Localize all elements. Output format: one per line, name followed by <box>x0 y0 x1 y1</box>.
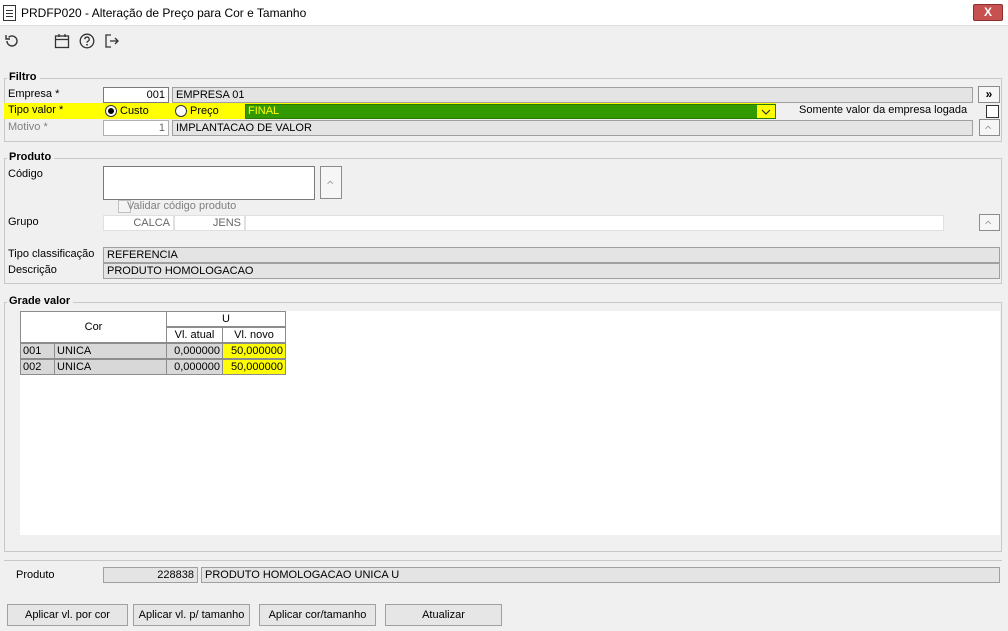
grade-legend: Grade valor <box>7 295 74 307</box>
grupo-search-button[interactable] <box>979 214 1000 231</box>
motivo-code-input[interactable]: 1 <box>103 120 169 136</box>
header-size[interactable]: U <box>166 311 286 327</box>
row-1-vl-novo[interactable]: 50,000000 <box>222 343 286 359</box>
row-2-vl-atual[interactable]: 0,000000 <box>166 359 223 375</box>
lookup-icon <box>985 125 992 130</box>
custo-radio[interactable] <box>105 105 117 117</box>
tipo-classificacao-label: Tipo classificação <box>8 248 95 260</box>
codigo-label: Código <box>8 168 43 180</box>
row-1-code[interactable]: 001 <box>20 343 55 359</box>
motivo-label: Motivo * <box>8 121 48 133</box>
calendar-icon[interactable] <box>53 32 71 50</box>
document-icon <box>3 5 16 21</box>
footer-produto-name: PRODUTO HOMOLOGACAO UNICA U <box>201 567 1000 583</box>
codigo-input[interactable] <box>103 166 315 200</box>
custo-radio-label[interactable]: Custo <box>120 105 149 117</box>
preco-radio[interactable] <box>175 105 187 117</box>
header-cor[interactable]: Cor <box>20 311 167 343</box>
empresa-more-button[interactable]: » <box>978 86 1000 103</box>
grupo-field-1[interactable]: CALCA <box>103 215 174 231</box>
chevron-down-icon[interactable] <box>757 105 775 118</box>
row-2-name[interactable]: UNICA <box>54 359 167 375</box>
motivo-name-field: IMPLANTACAO DE VALOR <box>172 120 973 136</box>
lookup-icon <box>326 180 333 185</box>
row-1-vl-atual[interactable]: 0,000000 <box>166 343 223 359</box>
close-button[interactable]: X <box>973 4 1003 21</box>
divider <box>4 560 1002 561</box>
preco-radio-label[interactable]: Preço <box>190 105 219 117</box>
header-vl-atual[interactable]: Vl. atual <box>166 327 223 343</box>
descricao-label: Descrição <box>8 264 57 276</box>
preco-select[interactable]: FINAL <box>245 104 776 119</box>
atualizar-button[interactable]: Atualizar <box>385 604 502 626</box>
somente-label: Somente valor da empresa logada <box>799 104 968 116</box>
help-icon[interactable] <box>78 32 96 50</box>
aplicar-cor-button[interactable]: Aplicar vl. por cor <box>7 604 128 626</box>
codigo-search-button[interactable] <box>320 166 342 199</box>
row-1-name[interactable]: UNICA <box>54 343 167 359</box>
grupo-field-2[interactable]: JENS <box>174 215 245 231</box>
row-2-code[interactable]: 002 <box>20 359 55 375</box>
grupo-label: Grupo <box>8 216 39 228</box>
empresa-label: Empresa * <box>8 88 60 100</box>
aplicar-tamanho-button[interactable]: Aplicar vl. p/ tamanho <box>133 604 250 626</box>
header-vl-novo[interactable]: Vl. novo <box>222 327 286 343</box>
empresa-name-field: EMPRESA 01 <box>172 87 973 103</box>
filtro-legend: Filtro <box>7 71 40 83</box>
row-2-vl-novo[interactable]: 50,000000 <box>222 359 286 375</box>
empresa-code-input[interactable]: 001 <box>103 87 169 103</box>
title-bar: PRDFP020 - Alteração de Preço para Cor e… <box>0 0 1008 26</box>
refresh-icon[interactable] <box>3 32 21 50</box>
exit-icon[interactable] <box>103 32 121 50</box>
lookup-icon <box>985 220 992 225</box>
window-title: PRDFP020 - Alteração de Preço para Cor e… <box>21 6 307 20</box>
descricao-field: PRODUTO HOMOLOGACAO <box>103 263 1000 279</box>
somente-checkbox[interactable] <box>986 105 999 118</box>
motivo-search-button[interactable] <box>979 119 1000 136</box>
produto-legend: Produto <box>7 151 55 163</box>
preco-select-value: FINAL <box>248 105 280 117</box>
aplicar-cor-tamanho-button[interactable]: Aplicar cor/tamanho <box>259 604 376 626</box>
grupo-field-3[interactable] <box>245 215 944 231</box>
tipo-classificacao-field: REFERENCIA <box>103 247 1000 263</box>
footer-produto-label: Produto <box>16 569 55 581</box>
tipo-valor-label: Tipo valor * <box>8 104 64 116</box>
footer-produto-code: 228838 <box>103 567 198 583</box>
validar-label: Validar código produto <box>127 200 237 212</box>
